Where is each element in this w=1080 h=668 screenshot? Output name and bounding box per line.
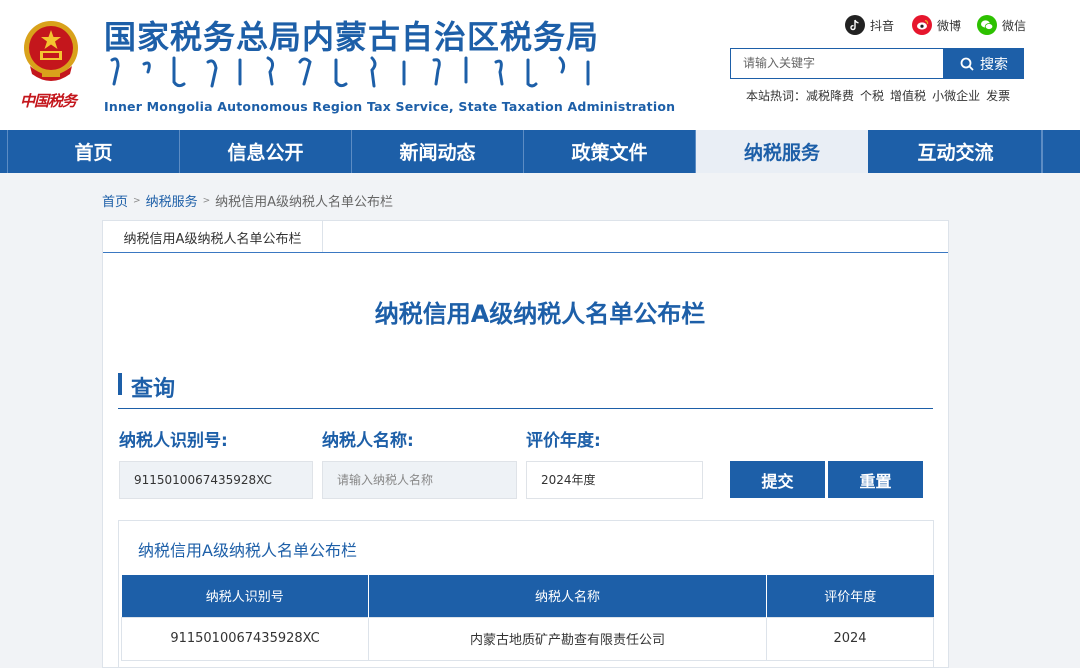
wechat-link[interactable]: 微信	[977, 14, 1026, 36]
nav-item-policy[interactable]: 政策文件	[524, 130, 696, 173]
nav-item-news[interactable]: 新闻动态	[352, 130, 524, 173]
nav-item-interaction[interactable]: 互动交流	[870, 130, 1042, 173]
search-input[interactable]: 请输入关键字	[730, 48, 944, 79]
wechat-icon	[977, 15, 997, 35]
table-row: 9115010067435928XC 内蒙古地质矿产勘查有限责任公司 2024	[121, 616, 934, 661]
column-header: 评价年度	[766, 575, 934, 617]
year-cell: 2024	[766, 616, 934, 661]
section-divider	[118, 408, 933, 409]
hot-term[interactable]: 发票	[986, 87, 1010, 104]
taxpayer-id-cell: 9115010067435928XC	[121, 616, 369, 661]
nav-item-info[interactable]: 信息公开	[180, 130, 352, 173]
taxpayer-name-cell: 内蒙古地质矿产勘查有限责任公司	[368, 616, 767, 661]
nav-edge	[0, 130, 8, 173]
search-button-label: 搜索	[980, 56, 1008, 73]
hot-term[interactable]: 小微企业	[932, 87, 980, 104]
breadcrumb-separator: >	[133, 195, 141, 206]
section-marker	[118, 373, 122, 395]
search-icon	[960, 57, 974, 71]
taxpayer-id-label: 纳税人识别号:	[119, 431, 228, 451]
year-label: 评价年度:	[526, 431, 601, 451]
hot-keywords-label: 本站热词：	[746, 89, 807, 103]
site-subtitle: Inner Mongolia Autonomous Region Tax Ser…	[104, 99, 676, 114]
breadcrumb: 首页 > 纳税服务 > 纳税信用A级纳税人名单公布栏	[102, 191, 393, 210]
hot-term[interactable]: 减税降费	[806, 87, 854, 104]
column-header: 纳税人名称	[368, 575, 767, 617]
national-emblem-icon	[24, 21, 78, 81]
mongolian-script-decoration	[110, 56, 590, 88]
main-nav: 首页 信息公开 新闻动态 政策文件 纳税服务 互动交流	[0, 130, 1080, 173]
breadcrumb-section[interactable]: 纳税服务	[146, 191, 198, 210]
hot-term[interactable]: 增值税	[890, 87, 926, 104]
taxpayer-id-input[interactable]	[119, 461, 313, 499]
table-header-row: 纳税人识别号 纳税人名称 评价年度	[121, 575, 934, 617]
weibo-icon	[912, 15, 932, 35]
douyin-link[interactable]: 抖音	[845, 14, 894, 36]
year-select[interactable]: 2024年度	[526, 461, 703, 499]
results-title: 纳税信用A级纳税人名单公布栏	[138, 541, 357, 560]
hot-term[interactable]: 个税	[860, 87, 884, 104]
nav-edge-right	[1042, 130, 1080, 173]
douyin-icon	[845, 15, 865, 35]
weibo-label: 微博	[937, 18, 962, 33]
breadcrumb-separator: >	[202, 195, 211, 206]
taxpayer-name-input[interactable]	[322, 461, 517, 499]
emblem-text: 中国税务	[20, 92, 77, 110]
weibo-link[interactable]: 微博	[912, 14, 961, 36]
breadcrumb-current: 纳税信用A级纳税人名单公布栏	[215, 195, 394, 210]
panel-tab-underline	[103, 252, 948, 253]
taxpayer-name-label: 纳税人名称:	[322, 431, 414, 451]
results-table: 纳税人识别号 纳税人名称 评价年度 9115010067435928XC 内蒙古…	[121, 575, 934, 661]
site-title[interactable]: 国家税务总局内蒙古自治区税务局	[104, 12, 599, 58]
douyin-label: 抖音	[870, 18, 895, 33]
wechat-label: 微信	[1002, 18, 1027, 33]
page-title: 纳税信用A级纳税人名单公布栏	[374, 300, 706, 328]
breadcrumb-home[interactable]: 首页	[102, 191, 128, 210]
column-header: 纳税人识别号	[121, 575, 369, 617]
panel-tab[interactable]: 纳税信用A级纳税人名单公布栏	[103, 221, 323, 253]
nav-item-tax-service[interactable]: 纳税服务	[696, 130, 868, 173]
query-section-title: 查询	[131, 377, 176, 402]
nav-item-home[interactable]: 首页	[8, 130, 180, 173]
site-header: 中国税务 国家税务总局内蒙古自治区税务局 Inner Mongolia Auto…	[0, 0, 1080, 130]
reset-button[interactable]: 重置	[828, 461, 923, 498]
search-button[interactable]: 搜索	[944, 48, 1024, 79]
submit-button[interactable]: 提交	[730, 461, 825, 498]
hot-keywords: 本站热词： 减税降费 个税 增值税 小微企业 发票	[746, 87, 1010, 104]
